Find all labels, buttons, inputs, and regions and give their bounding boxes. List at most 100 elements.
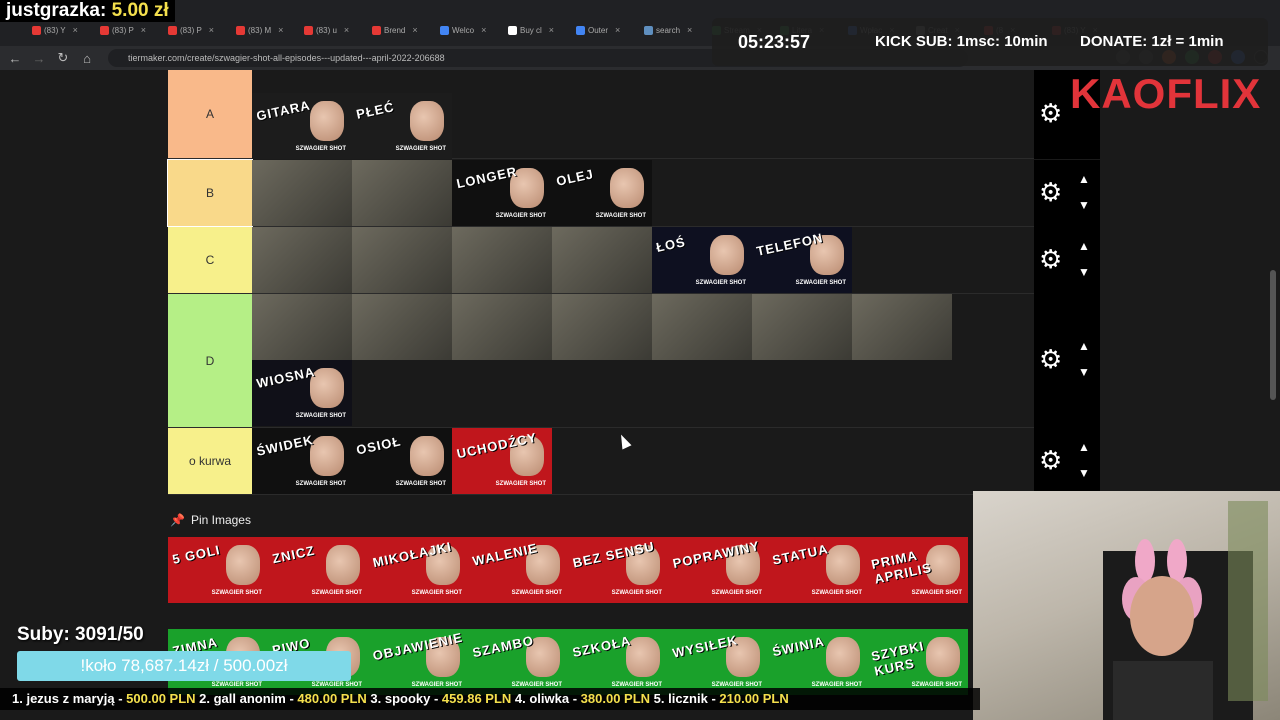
episode-tile[interactable]: OLEJ SZWAGIER SHOT xyxy=(552,160,652,226)
donation-amount: 5.00 zł xyxy=(111,0,169,21)
move-tier-down-icon[interactable]: ▼ xyxy=(1078,466,1090,480)
move-tier-up-icon[interactable]: ▲ xyxy=(1078,239,1090,253)
tier-settings-gear-icon[interactable]: ⚙ xyxy=(1039,244,1062,275)
tile-caption: ZNICZ xyxy=(270,542,317,567)
host-face-icon xyxy=(826,636,860,677)
donation-alert: justgrazka: 5.00 zł xyxy=(0,0,175,22)
episode-photo-tile[interactable] xyxy=(352,227,452,293)
tier-settings-gear-icon[interactable]: ⚙ xyxy=(1039,344,1062,375)
episode-tile[interactable]: ZNICZ SZWAGIER SHOT xyxy=(268,537,368,603)
tile-badge: SZWAGIER SHOT xyxy=(295,146,346,152)
tier-items: ŁOŚ SZWAGIER SHOT TELEFON SZWAGIER SHOT xyxy=(252,227,1034,293)
tier-items: LONGER SZWAGIER SHOT OLEJ SZWAGIER SHOT xyxy=(252,160,1034,226)
episode-photo-tile[interactable] xyxy=(652,294,752,360)
kaoflix-logo: KAOFLIX xyxy=(1070,70,1262,117)
episode-photo-tile[interactable] xyxy=(552,227,652,293)
tile-badge: SZWAGIER SHOT xyxy=(295,413,346,419)
episode-tile[interactable]: 5 GOLI SZWAGIER SHOT xyxy=(168,537,268,603)
forward-icon[interactable]: → xyxy=(28,47,50,69)
url-text: tiermaker.com/create/szwagier-shot-all-e… xyxy=(128,53,445,63)
browser-tab[interactable]: Brend × xyxy=(372,21,418,39)
close-tab-icon[interactable]: × xyxy=(141,25,146,35)
pin-icon: 📌 xyxy=(170,513,185,527)
move-tier-up-icon[interactable]: ▲ xyxy=(1078,440,1090,454)
ticker-donor: 1. jezus z maryją - xyxy=(12,691,127,706)
move-tier-up-icon[interactable]: ▲ xyxy=(1078,172,1090,186)
move-tier-up-icon[interactable]: ▲ xyxy=(1078,339,1090,353)
episode-tile[interactable]: BEZ SENSU SZWAGIER SHOT xyxy=(568,537,668,603)
tier-settings-gear-icon[interactable]: ⚙ xyxy=(1039,445,1062,476)
close-tab-icon[interactable]: × xyxy=(687,25,692,35)
host-face-icon xyxy=(410,436,444,476)
browser-tab[interactable]: search × xyxy=(644,21,692,39)
episode-tile[interactable]: SZAMBO SZWAGIER SHOT xyxy=(468,628,568,695)
tier-row: C ŁOŚ SZWAGIER SHOT TELEFON SZWAGIER SHOT xyxy=(168,227,1034,294)
close-tab-icon[interactable]: × xyxy=(412,25,417,35)
browser-tab[interactable]: (83) P × xyxy=(100,21,146,39)
episode-tile[interactable]: ŚWINIA SZWAGIER SHOT xyxy=(768,628,868,695)
episode-photo-tile[interactable] xyxy=(252,227,352,293)
episode-photo-tile[interactable] xyxy=(252,160,352,226)
page-scrollbar[interactable] xyxy=(1270,270,1276,400)
close-tab-icon[interactable]: × xyxy=(481,25,486,35)
browser-tab[interactable]: Welco × xyxy=(440,21,486,39)
tier-label[interactable]: C xyxy=(168,227,252,293)
browser-tab[interactable]: Buy cl × xyxy=(508,21,554,39)
browser-tab[interactable]: (83) Y × xyxy=(32,21,78,39)
episode-photo-tile[interactable] xyxy=(252,294,352,360)
episode-tile[interactable]: SZYBKI KURS SZWAGIER SHOT xyxy=(868,628,968,695)
episode-photo-tile[interactable] xyxy=(452,227,552,293)
episode-tile[interactable]: TELEFON SZWAGIER SHOT xyxy=(752,227,852,293)
episode-tile[interactable]: SZKOŁA SZWAGIER SHOT xyxy=(568,628,668,695)
browser-tab[interactable]: (83) u × xyxy=(304,21,349,39)
browser-tab[interactable]: (83) M × xyxy=(236,21,283,39)
episode-tile[interactable]: ŚWIDEK SZWAGIER SHOT xyxy=(252,428,352,494)
reload-icon[interactable]: ↻ xyxy=(52,47,74,69)
episode-photo-tile[interactable] xyxy=(552,294,652,360)
back-icon[interactable]: ← xyxy=(4,47,26,69)
tier-label[interactable]: D xyxy=(168,294,252,427)
close-tab-icon[interactable]: × xyxy=(549,25,554,35)
episode-tile[interactable]: WYSIŁEK SZWAGIER SHOT xyxy=(668,628,768,695)
episode-tile[interactable]: LONGER SZWAGIER SHOT xyxy=(452,160,552,226)
host-face-icon xyxy=(326,545,360,585)
episode-tile[interactable]: PRIMA APRILIS SZWAGIER SHOT xyxy=(868,537,968,603)
move-tier-down-icon[interactable]: ▼ xyxy=(1078,265,1090,279)
tier-label[interactable]: A xyxy=(168,70,252,158)
close-tab-icon[interactable]: × xyxy=(278,25,283,35)
episode-tile[interactable]: WIOSNA SZWAGIER SHOT xyxy=(252,360,352,426)
tier-control-cell: ⚙ ▲ ▼ xyxy=(1034,294,1100,428)
episode-photo-tile[interactable] xyxy=(352,294,452,360)
episode-tile[interactable]: STATUA SZWAGIER SHOT xyxy=(768,537,868,603)
tier-label[interactable]: o kurwa xyxy=(168,428,252,494)
episode-tile[interactable]: MIKOŁAJKI SZWAGIER SHOT xyxy=(368,537,468,603)
home-icon[interactable]: ⌂ xyxy=(76,47,98,69)
episode-photo-tile[interactable] xyxy=(752,294,852,360)
episode-tile[interactable]: UCHODŹCY SZWAGIER SHOT xyxy=(452,428,552,494)
episode-photo-tile[interactable] xyxy=(452,294,552,360)
episode-photo-tile[interactable] xyxy=(352,160,452,226)
episode-tile[interactable]: OSIOŁ SZWAGIER SHOT xyxy=(352,428,452,494)
episode-tile[interactable]: ŁOŚ SZWAGIER SHOT xyxy=(652,227,752,293)
tab-favicon-icon xyxy=(168,25,177,35)
tier-label[interactable]: B xyxy=(167,159,253,227)
episode-tile[interactable]: OBJAWIENIE SZWAGIER SHOT xyxy=(368,628,468,695)
close-tab-icon[interactable]: × xyxy=(73,25,78,35)
browser-tab[interactable]: (83) P × xyxy=(168,21,214,39)
episode-tile[interactable]: WALENIE SZWAGIER SHOT xyxy=(468,537,568,603)
close-tab-icon[interactable]: × xyxy=(615,25,620,35)
tier-settings-gear-icon[interactable]: ⚙ xyxy=(1039,98,1062,129)
tier-settings-gear-icon[interactable]: ⚙ xyxy=(1039,177,1062,208)
browser-tab[interactable]: Outer × xyxy=(576,21,620,39)
tab-favicon-icon xyxy=(32,25,41,35)
move-tier-down-icon[interactable]: ▼ xyxy=(1078,198,1090,212)
tier-row: B LONGER SZWAGIER SHOT OLEJ SZWAGIER SHOT xyxy=(167,159,1034,227)
move-tier-down-icon[interactable]: ▼ xyxy=(1078,365,1090,379)
tile-caption: OSIOŁ xyxy=(354,433,403,458)
episode-tile[interactable]: POPRAWINY SZWAGIER SHOT xyxy=(668,537,768,603)
episode-tile[interactable]: PŁEĆ SZWAGIER SHOT xyxy=(352,93,452,159)
episode-photo-tile[interactable] xyxy=(852,294,952,360)
close-tab-icon[interactable]: × xyxy=(209,25,214,35)
episode-tile[interactable]: GITARA SZWAGIER SHOT xyxy=(252,93,352,159)
close-tab-icon[interactable]: × xyxy=(344,25,349,35)
